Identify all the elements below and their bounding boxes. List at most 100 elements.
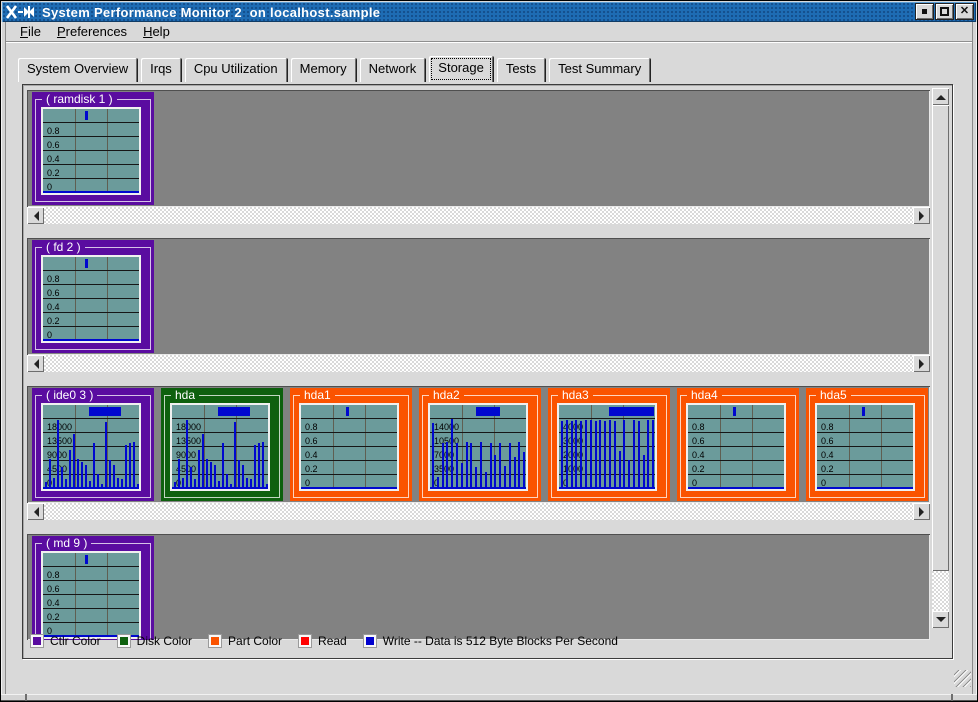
tab-tests[interactable]: Tests <box>497 58 545 82</box>
horizontal-scrollbar-trough[interactable] <box>44 207 913 224</box>
data-bar <box>628 460 630 487</box>
data-bar <box>518 442 520 487</box>
menu-preferences[interactable]: Preferences <box>49 23 135 40</box>
scroll-left-button[interactable] <box>27 503 44 520</box>
data-bar <box>643 455 645 487</box>
y-axis-label: 13500 <box>176 436 201 446</box>
storage-row-viewport-2: ( ide0 3 )1800013500900045000hda18000135… <box>27 386 930 503</box>
scroll-position-indicator[interactable] <box>218 407 250 416</box>
window-frame-bottom[interactable] <box>1 694 977 701</box>
window-titlebar[interactable]: System Performance Monitor 2 on localhos… <box>2 2 976 22</box>
horizontal-gridline <box>301 446 397 447</box>
minimize-button[interactable] <box>916 4 933 19</box>
data-bar <box>121 479 123 487</box>
y-axis-label: 0.2 <box>692 464 705 474</box>
data-bar <box>214 465 216 487</box>
scroll-position-indicator[interactable] <box>85 111 88 120</box>
menu-file[interactable]: File <box>12 23 49 40</box>
horizontal-gridline <box>43 270 139 271</box>
horizontal-gridline <box>817 446 913 447</box>
tab-storage[interactable]: Storage <box>429 56 493 82</box>
scroll-right-button[interactable] <box>913 503 930 520</box>
horizontal-gridline <box>43 608 139 609</box>
data-bar <box>254 445 256 487</box>
menu-bar: FilePreferencesHelp <box>6 22 972 42</box>
scroll-position-indicator[interactable] <box>862 407 865 416</box>
horizontal-gridline <box>43 312 139 313</box>
scroll-position-indicator[interactable] <box>476 407 500 416</box>
tab-irqs[interactable]: Irqs <box>141 58 181 82</box>
chart-canvas: 1400010500700035000 <box>428 403 528 491</box>
data-bar <box>490 443 492 487</box>
storage-tab-panel: ( ramdisk 1 )0.80.60.40.20( fd 2 )0.80.6… <box>22 84 953 659</box>
data-bar <box>182 478 184 487</box>
data-bar <box>590 420 592 487</box>
chart-frame-ramdisk-1: ( ramdisk 1 )0.80.60.40.20 <box>32 92 154 205</box>
horizontal-gridline <box>559 446 655 447</box>
data-bar <box>69 450 71 487</box>
vertical-scrollbar-thumb[interactable] <box>932 105 949 571</box>
horizontal-gridline <box>43 298 139 299</box>
scroll-position-indicator[interactable] <box>85 259 88 268</box>
horizontal-gridline <box>688 474 784 475</box>
scroll-right-button[interactable] <box>913 355 930 372</box>
chart-canvas: 0.80.60.40.20 <box>41 107 141 195</box>
vertical-scrollbar-trough[interactable] <box>932 105 949 611</box>
scroll-up-button[interactable] <box>932 88 949 105</box>
scroll-position-indicator[interactable] <box>733 407 736 416</box>
horizontal-scrollbar-trough[interactable] <box>44 355 913 372</box>
data-bar <box>442 443 444 487</box>
tab-cpu-utilization[interactable]: Cpu Utilization <box>185 58 287 82</box>
legend-swatch <box>364 635 376 647</box>
legend-item-read: Read <box>299 634 347 648</box>
data-bar <box>470 443 472 487</box>
data-bar <box>93 443 95 487</box>
data-bar <box>226 474 228 487</box>
storage-row-viewport-0: ( ramdisk 1 )0.80.60.40.20 <box>27 90 930 207</box>
horizontal-scrollbar-1[interactable] <box>27 355 930 372</box>
horizontal-gridline <box>817 460 913 461</box>
window-frame-right[interactable] <box>972 22 977 701</box>
scroll-position-indicator[interactable] <box>89 407 121 416</box>
data-bar <box>250 479 252 487</box>
tab-system-overview[interactable]: System Overview <box>18 58 137 82</box>
legend-item-disk: Disk Color <box>118 634 192 648</box>
scroll-left-button[interactable] <box>27 355 44 372</box>
data-bar <box>475 467 477 487</box>
y-axis-label: 0.4 <box>821 450 834 460</box>
close-button[interactable]: ✕ <box>956 4 973 19</box>
legend-swatch <box>299 635 311 647</box>
data-bar <box>647 420 649 487</box>
scroll-down-button[interactable] <box>932 611 949 628</box>
storage-row-viewport-3: ( md 9 )0.80.60.40.20 <box>27 534 930 640</box>
maximize-button[interactable] <box>936 4 953 19</box>
scroll-left-button[interactable] <box>27 207 44 224</box>
menu-label-underline: P <box>57 24 66 39</box>
chart-canvas: 0.80.60.40.20 <box>299 403 399 491</box>
horizontal-gridline <box>688 460 784 461</box>
scroll-right-button[interactable] <box>913 207 930 224</box>
horizontal-gridline <box>559 474 655 475</box>
horizontal-scrollbar-0[interactable] <box>27 207 930 224</box>
data-bar <box>190 467 192 487</box>
tab-test-summary[interactable]: Test Summary <box>549 58 650 82</box>
data-bar <box>504 466 506 487</box>
tab-network[interactable]: Network <box>360 58 426 82</box>
y-axis-label: 0.6 <box>821 436 834 446</box>
resize-grip[interactable] <box>954 670 971 687</box>
data-bar <box>595 421 597 487</box>
up-arrow-icon <box>936 90 946 100</box>
tab-memory[interactable]: Memory <box>291 58 356 82</box>
data-bar <box>129 443 131 487</box>
horizontal-scrollbar-2[interactable] <box>27 503 930 520</box>
scroll-position-indicator[interactable] <box>609 407 654 416</box>
scroll-position-indicator[interactable] <box>85 555 88 564</box>
horizontal-scrollbar-trough[interactable] <box>44 503 913 520</box>
data-bar <box>451 419 453 487</box>
vertical-scrollbar[interactable] <box>932 88 949 628</box>
menu-help[interactable]: Help <box>135 23 178 40</box>
horizontal-gridline <box>559 418 655 419</box>
data-bar <box>432 423 434 487</box>
data-bar <box>57 420 59 487</box>
scroll-position-indicator[interactable] <box>346 407 349 416</box>
